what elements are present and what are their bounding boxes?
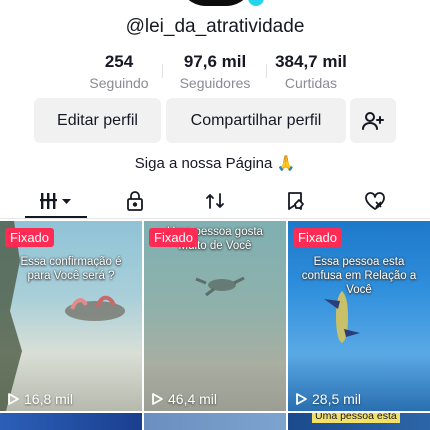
- pinned-badge: Fixado: [149, 228, 199, 247]
- play-icon: [8, 393, 19, 405]
- video-thumbnail[interactable]: Fixado Essa pessoa esta confusa em Relaç…: [288, 221, 430, 411]
- video-thumbnail[interactable]: Fixado Essa confirmação é para Você será…: [0, 221, 142, 411]
- edit-profile-button[interactable]: Editar perfil: [34, 98, 161, 143]
- videos-grid-icon: [40, 193, 71, 209]
- bookmark-hand-icon: [288, 192, 304, 210]
- stat-likes-count: 384,7 mil: [275, 52, 347, 71]
- video-thumbnail[interactable]: [0, 413, 142, 430]
- stat-likes[interactable]: 384,7 mil Curtidas: [256, 52, 366, 92]
- view-count: 28,5 mil: [294, 391, 361, 407]
- view-count: 16,8 mil: [6, 391, 73, 407]
- play-icon: [296, 393, 307, 405]
- profile-tabs: [0, 183, 430, 219]
- play-icon: [152, 393, 163, 405]
- stat-following[interactable]: 254 Seguindo: [64, 52, 174, 92]
- view-count: 46,4 mil: [150, 391, 217, 407]
- add-friend-button[interactable]: [350, 98, 396, 143]
- coral-decoration: [0, 221, 125, 411]
- stat-likes-label: Curtidas: [284, 75, 338, 91]
- avatar-add-badge[interactable]: [248, 0, 264, 6]
- username: @lei_da_atratividade: [125, 16, 305, 37]
- pinned-badge: Fixado: [293, 228, 343, 247]
- tab-videos[interactable]: [32, 187, 80, 215]
- video-thumbnail[interactable]: Uma pessoa está: [288, 413, 430, 430]
- video-grid: Fixado Essa confirmação é para Você será…: [0, 221, 430, 430]
- tab-reposts[interactable]: [200, 187, 230, 215]
- repost-icon: [206, 193, 224, 209]
- active-tab-indicator: [25, 216, 87, 218]
- profile-stats: 254 Seguindo 97,6 mil Seguidores 384,7 m…: [0, 52, 430, 92]
- video-thumbnail[interactable]: Uma pessoa gosta Muito de Você Fixado 46…: [144, 221, 286, 411]
- stat-following-label: Seguindo: [89, 75, 149, 91]
- view-count-value: 28,5 mil: [312, 391, 362, 407]
- liked-heart-icon: [365, 192, 385, 210]
- video-caption: Essa confirmação é para Você será ?: [20, 256, 122, 282]
- share-profile-button[interactable]: Compartilhar perfil: [166, 98, 346, 143]
- stat-followers[interactable]: 97,6 mil Seguidores: [160, 52, 270, 92]
- video-caption: Uma pessoa está: [312, 413, 400, 423]
- video-caption: Essa pessoa esta confusa em Relação a Vo…: [301, 256, 417, 296]
- fish-decoration: [324, 291, 360, 343]
- view-count-value: 16,8 mil: [24, 391, 74, 407]
- video-thumbnail[interactable]: [144, 413, 286, 430]
- stat-following-count: 254: [104, 52, 134, 71]
- view-count-value: 46,4 mil: [168, 391, 218, 407]
- avatar[interactable]: [178, 0, 254, 6]
- tab-liked[interactable]: [360, 187, 390, 215]
- tab-favorites[interactable]: [280, 187, 310, 215]
- profile-bio: Siga a nossa Página 🙏: [134, 155, 296, 172]
- pinned-badge: Fixado: [5, 228, 55, 247]
- stat-followers-count: 97,6 mil: [183, 52, 247, 71]
- tab-private[interactable]: [120, 187, 150, 215]
- add-user-icon: [362, 111, 384, 130]
- stat-followers-label: Seguidores: [179, 75, 251, 91]
- lock-icon: [127, 191, 143, 211]
